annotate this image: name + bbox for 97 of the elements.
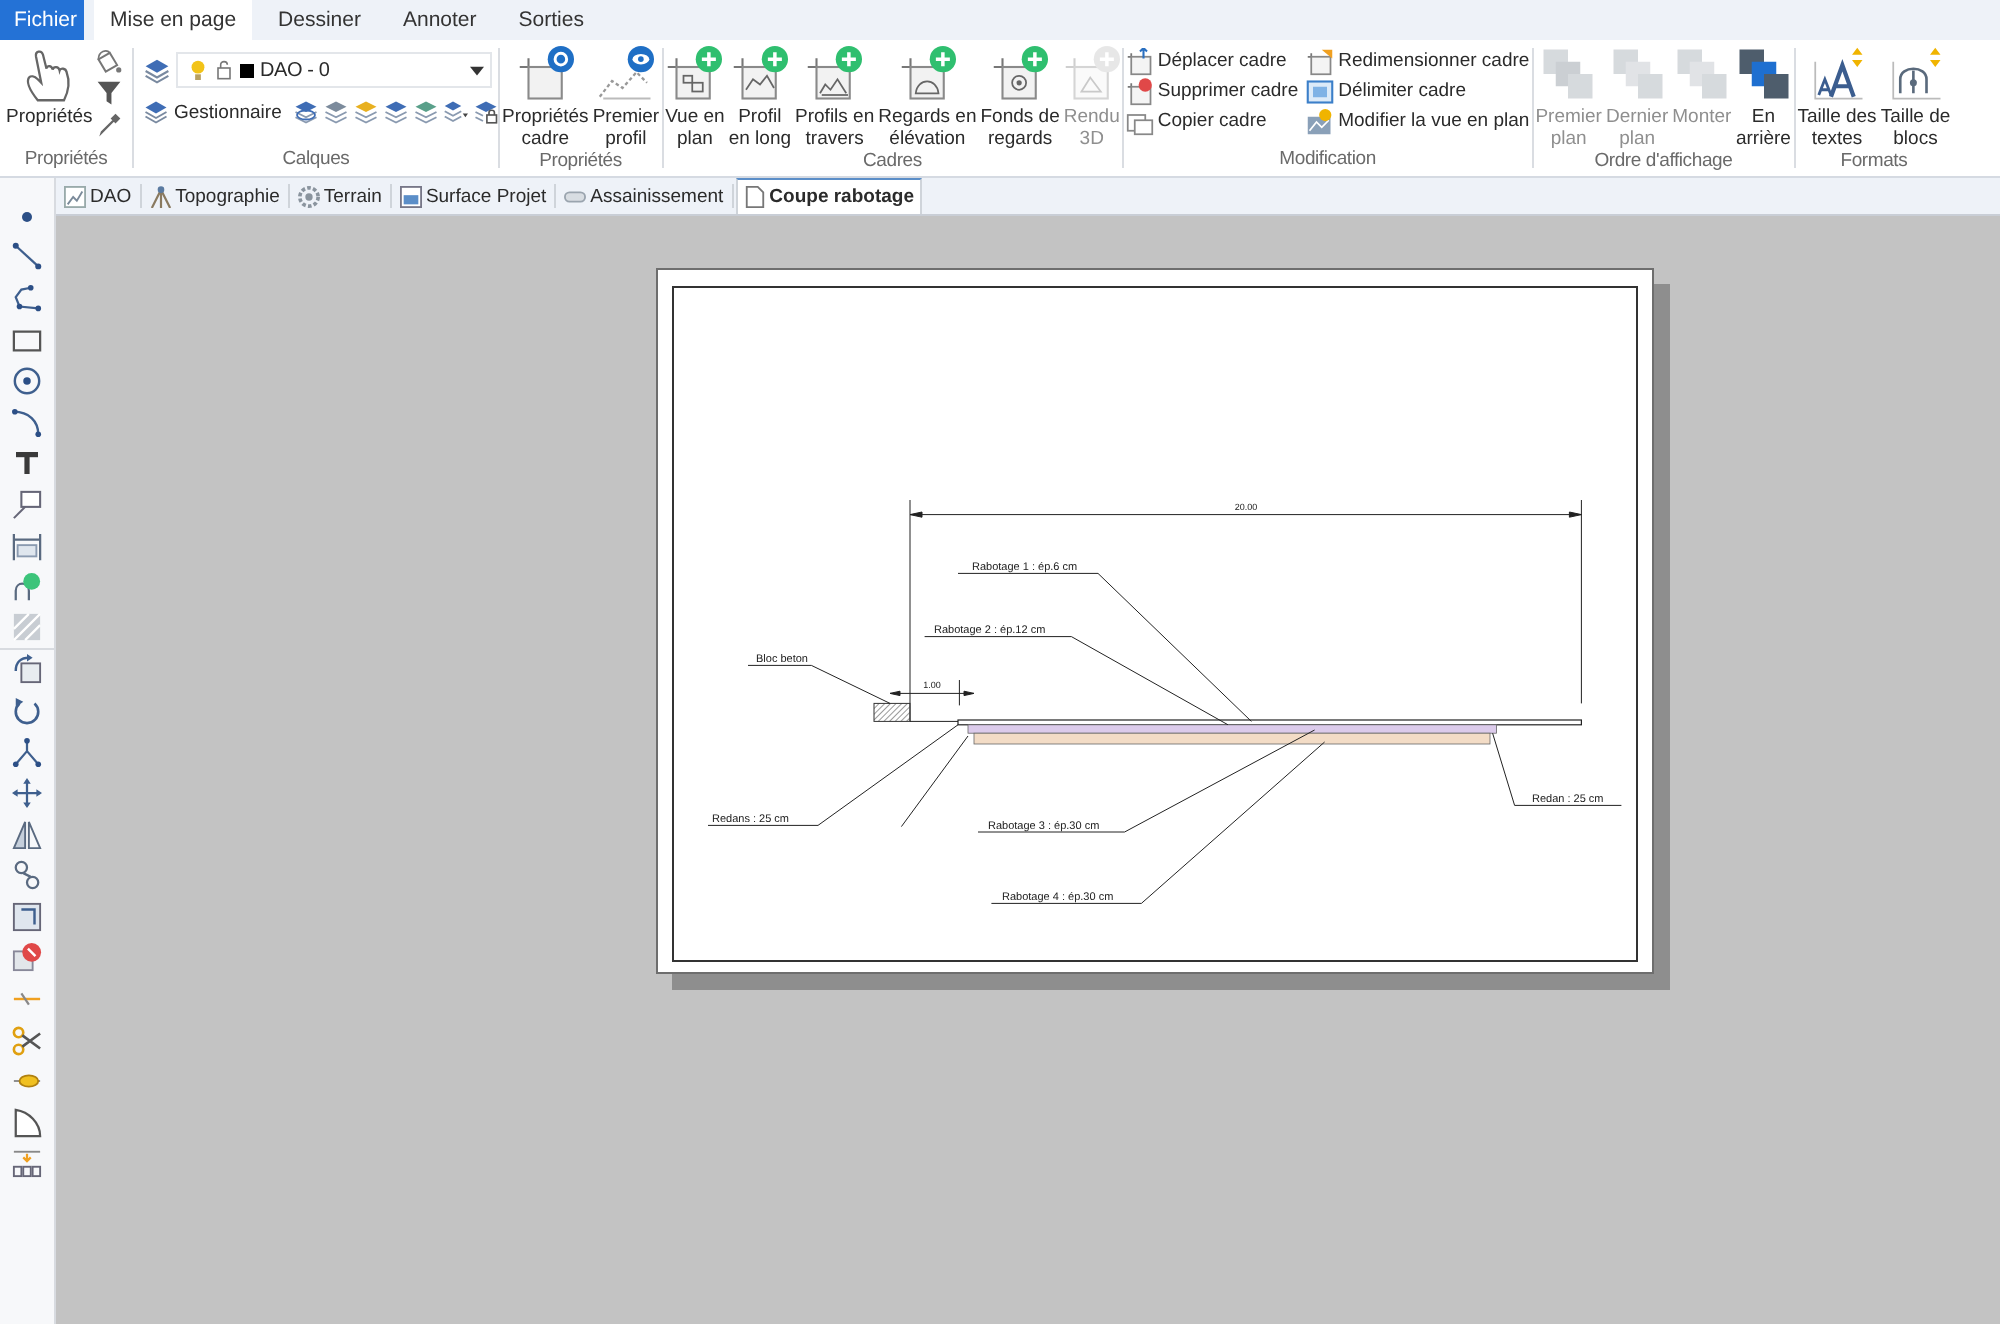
group-title: Ordre d'affichage — [1592, 150, 1735, 176]
block-size-icon — [1887, 46, 1944, 102]
group-title: Propriétés — [537, 150, 624, 176]
profile-eye-icon — [597, 46, 654, 102]
ribbon-button[interactable]: Modifier la vue en plan — [1306, 106, 1530, 136]
swatch-icon — [240, 63, 254, 77]
document-tab[interactable]: Topographie — [143, 178, 286, 214]
ribbon-tab[interactable]: Sorties — [502, 0, 600, 40]
group-title: Cadres — [861, 150, 924, 176]
layer-icon — [144, 100, 168, 124]
map-edit-icon — [1306, 107, 1335, 135]
picture-icon — [399, 185, 422, 207]
rotate-icon[interactable] — [12, 695, 42, 726]
layer-icon[interactable] — [383, 100, 408, 124]
group-title: Modification — [1277, 148, 1378, 174]
eyedropper-icon[interactable] — [96, 112, 123, 138]
point-icon[interactable] — [22, 211, 32, 222]
ribbon-button[interactable]: Taille de blocs — [1880, 44, 1951, 150]
group-title: Formats — [1838, 150, 1910, 176]
properties-button[interactable]: Propriétés — [6, 44, 93, 128]
ribbon-tab[interactable]: Annoter — [386, 0, 493, 40]
document-tab[interactable]: Terrain — [291, 178, 388, 214]
filter-icon[interactable] — [96, 80, 123, 106]
ribbon-button[interactable]: Fonds de regards — [980, 44, 1060, 150]
ribbon-button[interactable]: Délimiter cadre — [1306, 76, 1530, 106]
callout-icon[interactable] — [12, 489, 42, 520]
nodes-icon[interactable] — [12, 737, 42, 768]
frame-delete-icon[interactable] — [12, 942, 42, 973]
ribbon-button[interactable]: Déplacer cadre — [1125, 46, 1299, 76]
paint-bucket-icon[interactable] — [96, 48, 123, 74]
tripod-icon — [149, 185, 172, 207]
mirror-icon[interactable] — [12, 819, 42, 850]
stacked-squares-icon — [1673, 46, 1730, 102]
layer-icon[interactable] — [353, 100, 378, 124]
frame-add-icon — [731, 46, 788, 102]
caret-icon — [470, 63, 484, 77]
rectangle-icon[interactable] — [12, 325, 42, 356]
group-title: Propriétés — [22, 148, 110, 174]
page-icon — [743, 186, 766, 208]
node-icon[interactable] — [12, 572, 42, 603]
arc-icon[interactable] — [12, 407, 42, 438]
group-title: Calques — [280, 148, 352, 174]
frame-delete-icon — [1125, 77, 1154, 105]
frame-resize-icon — [1306, 47, 1335, 75]
layer-icon[interactable] — [293, 100, 318, 124]
chart-icon — [64, 185, 86, 207]
chain-icon[interactable] — [12, 860, 42, 891]
layer-dropdown-icon[interactable] — [443, 100, 468, 124]
ribbon-tab[interactable]: Dessiner — [262, 0, 377, 40]
dimension-icon[interactable] — [12, 531, 42, 562]
stacked-squares-icon — [1609, 46, 1666, 102]
layer-icon[interactable] — [323, 100, 348, 124]
ribbon-tab[interactable]: Mise en page — [94, 0, 253, 40]
layer-lock-icon[interactable] — [473, 100, 498, 124]
text-tool-icon[interactable] — [14, 450, 40, 477]
layer-dropdown[interactable]: DAO - 0 — [176, 52, 492, 88]
stacked-squares-icon — [1735, 46, 1792, 102]
ribbon-button[interactable]: En arrière — [1735, 44, 1792, 150]
scissors-icon[interactable] — [12, 1025, 42, 1056]
frame-add-icon — [899, 46, 956, 102]
layer-icon[interactable] — [413, 100, 438, 124]
document-tab[interactable]: Coupe rabotage — [735, 178, 922, 214]
move-icon[interactable] — [12, 778, 42, 809]
frame-arrow-icon — [1125, 47, 1154, 75]
frame-settings-icon — [517, 46, 574, 102]
ribbon-button[interactable]: Profils en travers — [795, 44, 875, 150]
ribbon-button[interactable]: Copier cadre — [1125, 106, 1299, 136]
circle-icon[interactable] — [12, 366, 42, 397]
frame-outline-icon — [1306, 77, 1335, 105]
frame-add-icon — [1063, 46, 1120, 102]
frame-add-icon — [992, 46, 1049, 102]
ribbon-button[interactable]: Profil en long — [728, 44, 792, 150]
ribbon-button[interactable]: Propriétés cadre — [502, 44, 589, 150]
gear-icon — [297, 185, 320, 207]
ribbon-button[interactable]: Premier profil — [592, 44, 660, 150]
ribbon-button[interactable]: Vue en plan — [665, 44, 725, 150]
document-tab[interactable]: Surface Projet — [393, 178, 553, 214]
text-size-icon — [1809, 46, 1865, 102]
padlock-icon — [214, 60, 234, 80]
layer-manager-button[interactable]: Gestionnaire — [144, 100, 282, 124]
document-tab[interactable]: Assainissement — [558, 178, 730, 214]
line-icon[interactable] — [12, 242, 42, 273]
polyline-icon[interactable] — [12, 283, 42, 314]
ribbon-button[interactable]: Regards en élévation — [878, 44, 977, 150]
frame-add-icon — [666, 46, 723, 102]
ribbon-button[interactable]: Taille des textes — [1797, 44, 1877, 150]
blocks-icon[interactable] — [12, 1148, 42, 1179]
ribbon-button[interactable]: Redimensionner cadre — [1306, 46, 1530, 76]
file-menu-tab[interactable]: Fichier — [0, 0, 84, 40]
layer-icon[interactable] — [144, 57, 170, 83]
bulb-icon — [188, 60, 208, 80]
frame-add-icon — [806, 46, 863, 102]
stacked-squares-icon — [1540, 46, 1597, 102]
document-tab[interactable]: DAO — [58, 178, 138, 214]
frame-icon[interactable] — [12, 901, 42, 932]
ribbon-button[interactable]: Supprimer cadre — [1125, 76, 1299, 106]
rotate-frame-icon[interactable] — [12, 654, 42, 685]
